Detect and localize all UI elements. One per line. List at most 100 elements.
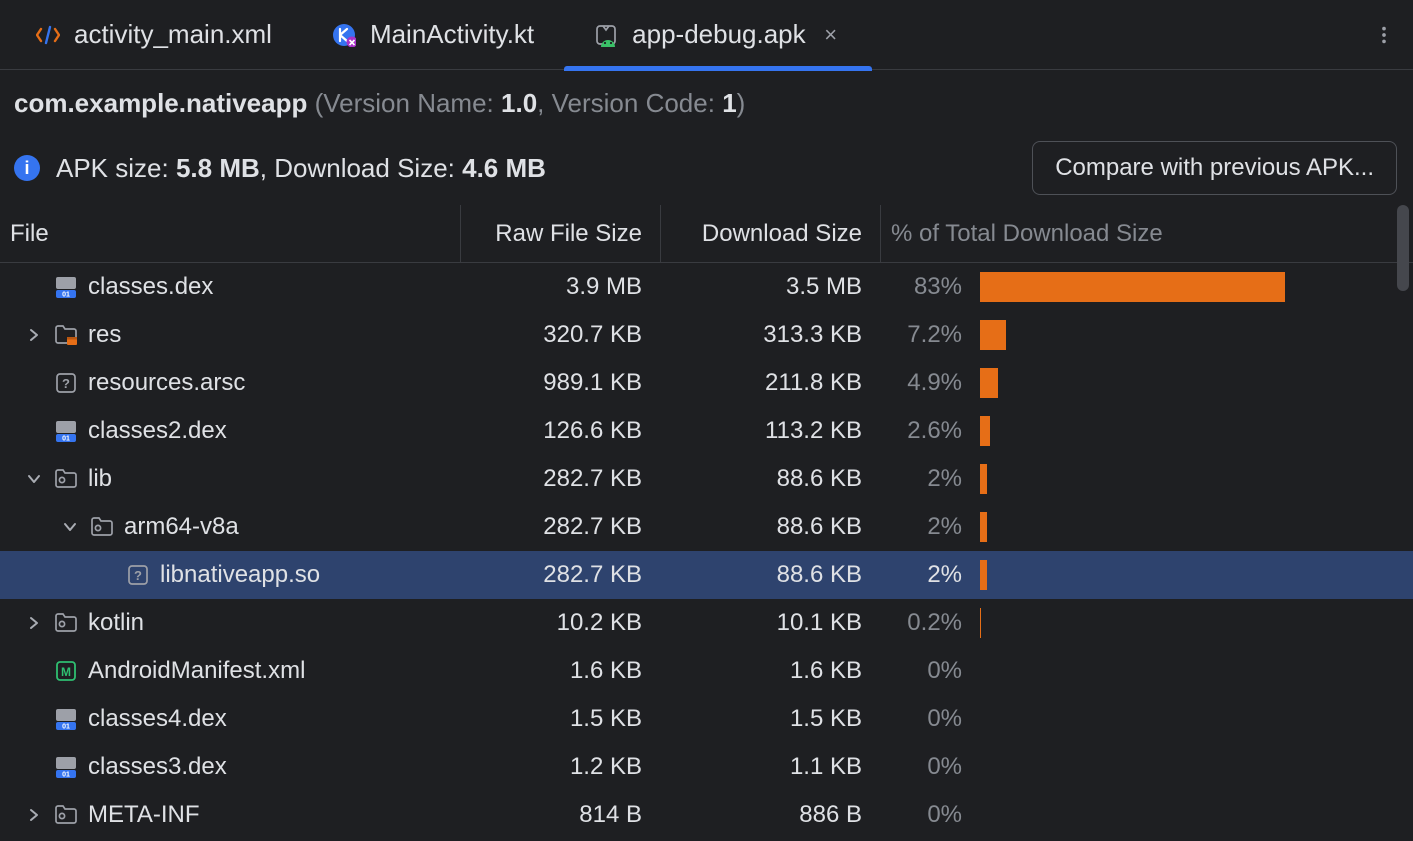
raw-size-cell: 989.1 KB bbox=[460, 369, 660, 397]
folder-res-icon bbox=[54, 323, 78, 347]
percent-bar bbox=[980, 800, 1413, 830]
download-size-cell: 88.6 KB bbox=[660, 513, 880, 541]
file-name: META-INF bbox=[88, 801, 200, 829]
editor-tab[interactable]: MainActivity.kt bbox=[302, 0, 564, 70]
chevron-down-icon[interactable] bbox=[24, 469, 44, 489]
expander-placeholder bbox=[24, 421, 44, 441]
table-header: File Raw File Size Download Size % of To… bbox=[0, 205, 1413, 263]
raw-size-cell: 126.6 KB bbox=[460, 417, 660, 445]
download-size-cell: 10.1 KB bbox=[660, 609, 880, 637]
chevron-right-icon[interactable] bbox=[24, 613, 44, 633]
percent-bar bbox=[980, 320, 1413, 350]
download-size-cell: 88.6 KB bbox=[660, 561, 880, 589]
raw-size-cell: 1.2 KB bbox=[460, 753, 660, 781]
download-size-cell: 113.2 KB bbox=[660, 417, 880, 445]
close-tab-icon[interactable]: × bbox=[820, 24, 842, 46]
file-name: arm64-v8a bbox=[124, 513, 239, 541]
raw-size-cell: 320.7 KB bbox=[460, 321, 660, 349]
percent-bar bbox=[980, 752, 1413, 782]
percent-bar bbox=[980, 656, 1413, 686]
download-size-cell: 1.5 KB bbox=[660, 705, 880, 733]
percent-cell: 2% bbox=[880, 561, 980, 589]
apk-size-summary: APK size: 5.8 MB, Download Size: 4.6 MB bbox=[56, 153, 546, 184]
percent-cell: 4.9% bbox=[880, 369, 980, 397]
dex-icon bbox=[54, 755, 78, 779]
percent-bar bbox=[980, 704, 1413, 734]
percent-cell: 0% bbox=[880, 705, 980, 733]
percent-bar bbox=[980, 608, 1413, 638]
file-name: classes.dex bbox=[88, 273, 213, 301]
table-row[interactable]: res320.7 KB313.3 KB7.2% bbox=[0, 311, 1413, 359]
download-size-cell: 1.6 KB bbox=[660, 657, 880, 685]
table-row[interactable]: classes4.dex1.5 KB1.5 KB0% bbox=[0, 695, 1413, 743]
table-row[interactable]: libnativeapp.so282.7 KB88.6 KB2% bbox=[0, 551, 1413, 599]
file-name: classes4.dex bbox=[88, 705, 227, 733]
apk-file-icon bbox=[594, 23, 618, 47]
percent-bar bbox=[980, 560, 1413, 590]
xml-file-icon bbox=[36, 23, 60, 47]
percent-bar bbox=[980, 512, 1413, 542]
chevron-down-icon[interactable] bbox=[60, 517, 80, 537]
table-row[interactable]: META-INF814 B886 B0% bbox=[0, 791, 1413, 839]
compare-apk-button[interactable]: Compare with previous APK... bbox=[1032, 141, 1397, 195]
raw-size-cell: 282.7 KB bbox=[460, 465, 660, 493]
chevron-right-icon[interactable] bbox=[24, 325, 44, 345]
manifest-icon bbox=[54, 659, 78, 683]
apk-contents-table: File Raw File Size Download Size % of To… bbox=[0, 205, 1413, 839]
percent-bar bbox=[980, 416, 1413, 446]
percent-cell: 2.6% bbox=[880, 417, 980, 445]
table-row[interactable]: classes.dex3.9 MB3.5 MB83% bbox=[0, 263, 1413, 311]
raw-size-cell: 814 B bbox=[460, 801, 660, 829]
table-row[interactable]: classes3.dex1.2 KB1.1 KB0% bbox=[0, 743, 1413, 791]
expander-placeholder bbox=[24, 757, 44, 777]
download-size-cell: 211.8 KB bbox=[660, 369, 880, 397]
editor-tab[interactable]: app-debug.apk × bbox=[564, 0, 871, 70]
folder-icon bbox=[54, 611, 78, 635]
expander-placeholder bbox=[24, 373, 44, 393]
unknown-icon bbox=[126, 563, 150, 587]
percent-bar bbox=[980, 368, 1413, 398]
percent-cell: 0.2% bbox=[880, 609, 980, 637]
file-name: libnativeapp.so bbox=[160, 561, 320, 589]
expander-placeholder bbox=[96, 565, 116, 585]
table-row[interactable]: AndroidManifest.xml1.6 KB1.6 KB0% bbox=[0, 647, 1413, 695]
file-name: AndroidManifest.xml bbox=[88, 657, 305, 685]
table-row[interactable]: lib282.7 KB88.6 KB2% bbox=[0, 455, 1413, 503]
table-row[interactable]: classes2.dex 126.6 KB113.2 KB2.6% bbox=[0, 407, 1413, 455]
tab-overflow-button[interactable] bbox=[1361, 12, 1407, 58]
raw-size-cell: 10.2 KB bbox=[460, 609, 660, 637]
folder-icon bbox=[54, 803, 78, 827]
col-file[interactable]: File bbox=[0, 220, 460, 248]
package-line: com.example.nativeapp (Version Name: 1.0… bbox=[14, 88, 1397, 119]
expander-placeholder bbox=[24, 709, 44, 729]
chevron-right-icon[interactable] bbox=[24, 805, 44, 825]
dex-icon bbox=[54, 275, 78, 299]
col-raw-size[interactable]: Raw File Size bbox=[460, 205, 660, 262]
table-row[interactable]: resources.arsc 989.1 KB211.8 KB4.9% bbox=[0, 359, 1413, 407]
editor-tab[interactable]: activity_main.xml bbox=[6, 0, 302, 70]
percent-cell: 0% bbox=[880, 657, 980, 685]
folder-icon bbox=[90, 515, 114, 539]
tab-label: app-debug.apk bbox=[632, 19, 805, 50]
table-row[interactable]: kotlin10.2 KB10.1 KB0.2% bbox=[0, 599, 1413, 647]
package-name: com.example.nativeapp bbox=[14, 88, 307, 118]
percent-cell: 2% bbox=[880, 513, 980, 541]
percent-cell: 83% bbox=[880, 273, 980, 301]
percent-bar bbox=[980, 272, 1413, 302]
vertical-scrollbar[interactable] bbox=[1395, 205, 1411, 839]
col-dl-size[interactable]: Download Size bbox=[660, 205, 880, 262]
download-size-cell: 88.6 KB bbox=[660, 465, 880, 493]
raw-size-cell: 1.5 KB bbox=[460, 705, 660, 733]
download-size-cell: 3.5 MB bbox=[660, 273, 880, 301]
unknown-icon bbox=[54, 371, 78, 395]
folder-icon bbox=[54, 467, 78, 491]
file-name: classes3.dex bbox=[88, 753, 227, 781]
col-pct[interactable]: % of Total Download Size bbox=[880, 205, 1413, 262]
file-name: resources.arsc bbox=[88, 369, 245, 397]
editor-tab-bar: activity_main.xmlMainActivity.ktapp-debu… bbox=[0, 0, 1413, 70]
expander-placeholder bbox=[24, 661, 44, 681]
percent-bar bbox=[980, 464, 1413, 494]
file-name: classes2.dex bbox=[88, 417, 227, 445]
table-row[interactable]: arm64-v8a282.7 KB88.6 KB2% bbox=[0, 503, 1413, 551]
apk-header: com.example.nativeapp (Version Name: 1.0… bbox=[0, 70, 1413, 205]
